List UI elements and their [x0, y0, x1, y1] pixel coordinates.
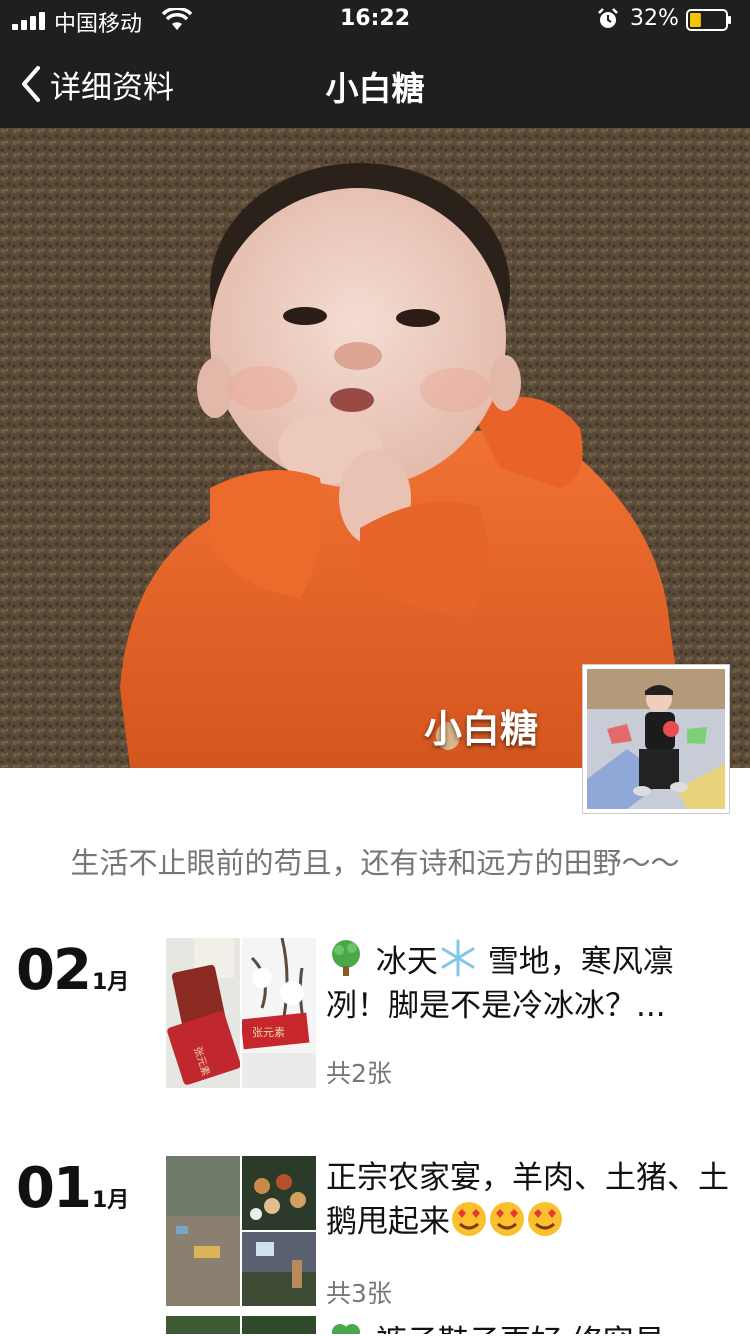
post-date: 011月 [16, 1156, 129, 1221]
photo-count: 共3张 [326, 1279, 392, 1308]
post-day: 02 [16, 938, 92, 1003]
battery-percent: 32% [630, 6, 679, 31]
post-day: 01 [16, 1156, 92, 1221]
cover-name: 小白糖 [423, 707, 538, 751]
photo-thumbnails: 张元素 张元素 [166, 938, 316, 1088]
svg-text:张元素: 张元素 [252, 1026, 285, 1039]
post-text-part: 裤子鞋子更好 修容易 [376, 1324, 665, 1334]
post-text: 冰天 雪地，寒风凛冽！脚是不是冷冰冰？... [326, 938, 731, 1028]
post-month: 1月 [91, 1188, 130, 1213]
battery-icon [686, 9, 731, 31]
post-date: 021月 [16, 938, 129, 1003]
moment-item[interactable]: 裤子鞋子更好 修容易 [0, 1316, 750, 1334]
post-text-part: 冰天 [375, 944, 438, 980]
top-bar: 中国移动 16:22 32% 详细资料 小白糖 [0, 0, 750, 128]
photo-thumbnails [166, 1156, 316, 1306]
thumbnail: 张元素 [166, 938, 240, 1088]
thumbnail [242, 1156, 316, 1230]
page-title: 小白糖 [325, 69, 425, 108]
thumbnail [242, 1316, 316, 1334]
moment-item[interactable]: 021月 张元素 张元素 冰天 雪地，寒风凛冽！脚是不是冷冰冰？... 共2张 [0, 938, 750, 1098]
avatar[interactable] [582, 664, 730, 814]
tree-icon [332, 940, 360, 976]
thumbnail [166, 1316, 240, 1334]
post-text: 正宗农家宴，羊肉、土猪、土鹅甩起来 [326, 1156, 731, 1244]
moment-item[interactable]: 011月 正宗农家宴，羊肉、土猪、土鹅甩起来 共3张 [0, 1156, 750, 1336]
thumbnail: 张元素 [242, 938, 316, 1088]
heart-eyes-emoji-icon [528, 1202, 562, 1236]
post-text: 裤子鞋子更好 修容易 [326, 1318, 731, 1334]
signature: 生活不止眼前的苟且，还有诗和远方的田野～～ [70, 846, 680, 880]
heart-eyes-emoji-icon [490, 1202, 524, 1236]
snowflake-icon [441, 939, 475, 977]
photo-thumbnails [166, 1316, 316, 1334]
alarm-icon [598, 8, 618, 28]
heart-eyes-emoji-icon [452, 1202, 486, 1236]
avatar-photo [587, 669, 725, 809]
post-month: 1月 [91, 970, 130, 995]
photo-count: 共2张 [326, 1059, 392, 1088]
thumbnail [242, 1232, 316, 1306]
clover-icon [332, 1324, 360, 1334]
status-bar: 中国移动 16:22 32% [0, 0, 750, 40]
thumbnail [166, 1156, 240, 1306]
navigation-bar: 详细资料 小白糖 [0, 40, 750, 128]
